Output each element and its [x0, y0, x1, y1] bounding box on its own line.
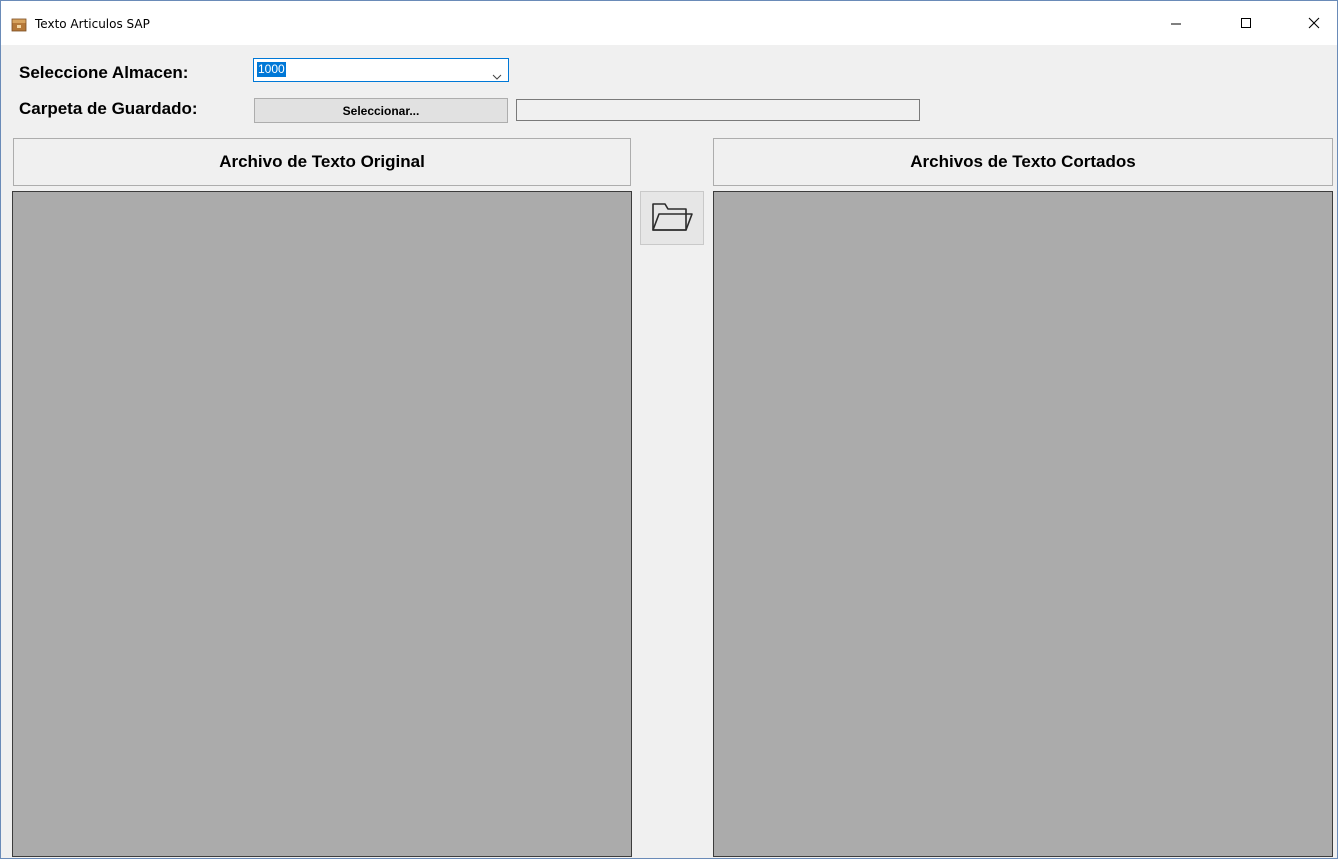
- window-title: Texto Articulos SAP: [35, 17, 150, 31]
- app-window: Texto Articulos SAP Seleccione Almacen: …: [0, 0, 1338, 859]
- minimize-button[interactable]: [1153, 1, 1199, 45]
- select-folder-button[interactable]: Seleccionar...: [254, 98, 508, 123]
- chevron-down-icon: [492, 67, 502, 85]
- open-folder-button[interactable]: [640, 191, 704, 245]
- title-bar[interactable]: Texto Articulos SAP: [1, 1, 1337, 45]
- close-icon: [1308, 17, 1320, 29]
- almacen-label: Seleccione Almacen:: [19, 63, 189, 82]
- maximize-icon: [1241, 18, 1251, 28]
- save-path-field[interactable]: [516, 99, 920, 121]
- original-file-header-button[interactable]: Archivo de Texto Original: [13, 138, 631, 186]
- minimize-icon: [1171, 23, 1181, 25]
- original-text-panel[interactable]: [12, 191, 632, 857]
- almacen-selected-value: 1000: [257, 62, 286, 77]
- almacen-dropdown[interactable]: 1000: [253, 58, 509, 82]
- close-button[interactable]: [1291, 1, 1337, 45]
- package-icon: [11, 16, 27, 32]
- cut-files-header-button[interactable]: Archivos de Texto Cortados: [713, 138, 1333, 186]
- cut-files-panel[interactable]: [713, 191, 1333, 857]
- carpeta-label: Carpeta de Guardado:: [19, 99, 198, 118]
- maximize-button[interactable]: [1223, 1, 1269, 45]
- folder-open-icon: [650, 198, 694, 239]
